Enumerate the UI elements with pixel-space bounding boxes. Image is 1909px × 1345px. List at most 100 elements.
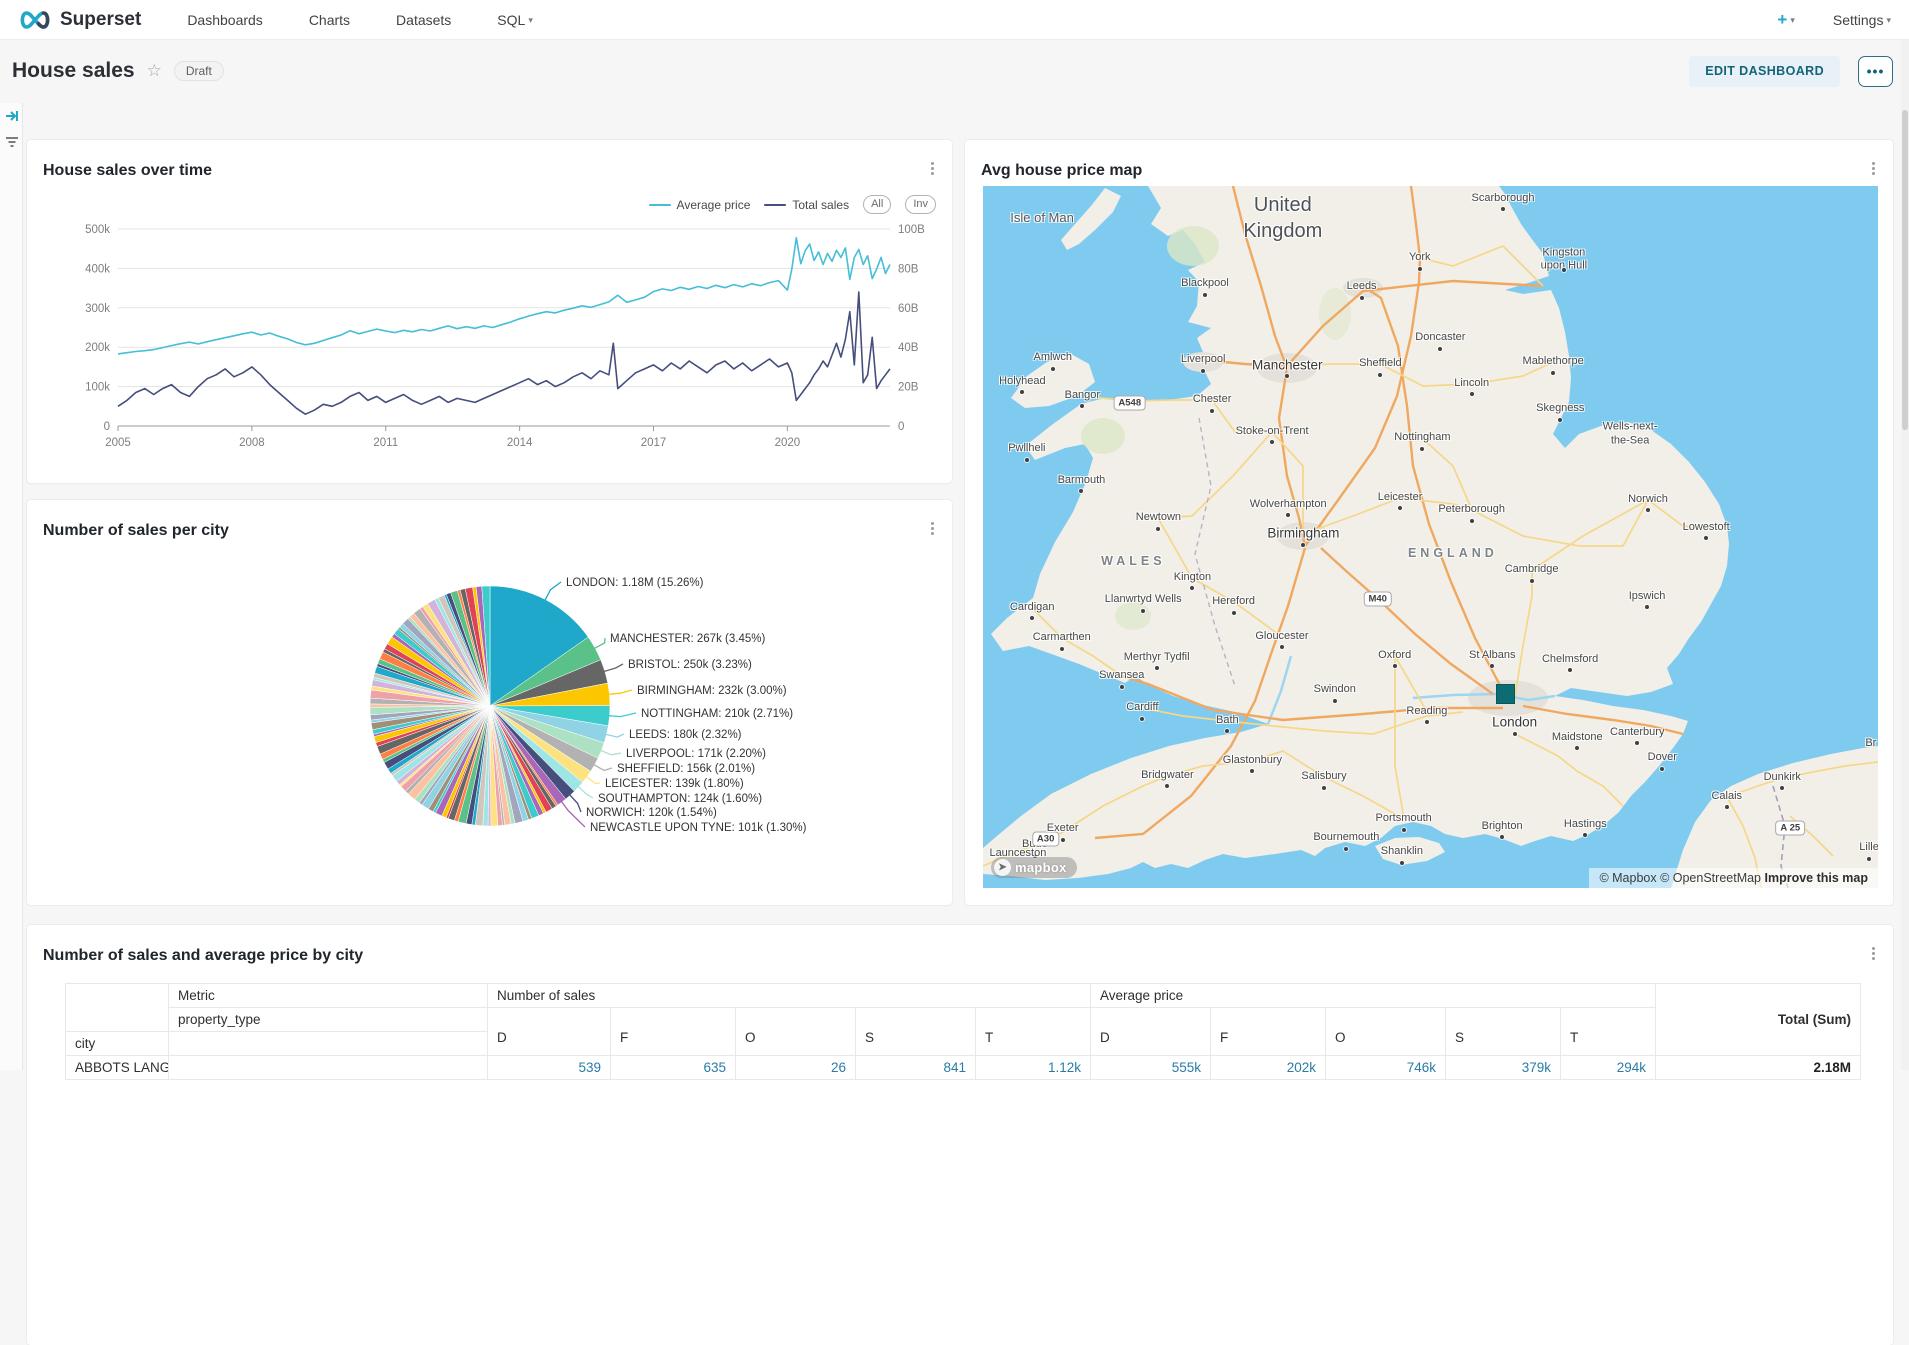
- nav-item-sql[interactable]: SQL▾: [497, 12, 533, 28]
- col-header-0-F[interactable]: F: [611, 1008, 736, 1056]
- map-city-dot: [1080, 404, 1084, 408]
- map-attribution: © Mapbox © OpenStreetMap Improve this ma…: [1589, 868, 1878, 888]
- map-label-amlwch: Amlwch: [1034, 351, 1073, 365]
- map-canvas[interactable]: United KingdomIsle of ManScarboroughBlac…: [983, 186, 1878, 888]
- map-city-dot: [1562, 268, 1566, 272]
- chart-title: Number of sales and average price by cit…: [43, 947, 363, 965]
- svg-text:2011: 2011: [373, 437, 398, 449]
- map-city-dot: [1156, 527, 1160, 531]
- map-label-swansea: Swansea: [1099, 669, 1144, 683]
- col-header-1-D[interactable]: D: [1091, 1008, 1211, 1056]
- map-label-br: Br: [1865, 737, 1876, 751]
- improve-this-map-link[interactable]: Improve this map: [1765, 871, 1869, 885]
- col-header-1-T[interactable]: T: [1561, 1008, 1656, 1056]
- metric-header: Metric: [169, 984, 488, 1008]
- map-label-cambridge: Cambridge: [1505, 563, 1559, 577]
- map-city-dot: [1025, 458, 1029, 462]
- map-label-holyhead: Holyhead: [999, 375, 1045, 389]
- pivot-table-container[interactable]: MetricNumber of salesAverage priceTotal …: [65, 983, 1873, 1080]
- map-label-mablethorpe: Mablethorpe: [1523, 355, 1584, 369]
- map-labels-layer: United KingdomIsle of ManScarboroughBlac…: [983, 186, 1878, 888]
- expand-filters-button[interactable]: [0, 103, 23, 129]
- map-city-dot: [1190, 586, 1194, 590]
- map-city-dot: [1155, 666, 1159, 670]
- map-label-swindon: Swindon: [1314, 683, 1356, 697]
- pie-chart[interactable]: LONDON: 1.18M (15.26%)MANCHESTER: 267k (…: [43, 558, 936, 903]
- svg-text:500k: 500k: [85, 224, 110, 236]
- map-label-skegness: Skegness: [1536, 402, 1584, 416]
- pie-slice-label: NEWCASTLE UPON TYNE: 101k (1.30%): [590, 822, 807, 834]
- map-label-wells-next-the-sea: Wells-next- the-Sea: [1603, 420, 1658, 448]
- map-label-scarborough: Scarborough: [1471, 192, 1534, 206]
- group-header-1[interactable]: Average price: [1091, 984, 1656, 1008]
- timeseries-line-chart[interactable]: 00100k20B200k40B300k60B400k80B500k100B20…: [43, 218, 936, 458]
- map-city-dot: [1344, 847, 1348, 851]
- map-label-manchester: Manchester: [1252, 357, 1323, 374]
- nav-item-dashboards[interactable]: Dashboards: [187, 12, 263, 28]
- map-label-liverpool: Liverpool: [1181, 353, 1226, 367]
- mapbox-logo[interactable]: ➤ mapbox: [991, 857, 1077, 878]
- zoom-all-button[interactable]: All: [863, 195, 891, 214]
- page-scrollbar[interactable]: [1901, 40, 1909, 1070]
- map-city-dot: [1210, 409, 1214, 413]
- map-label-wales: WALES: [1101, 554, 1165, 570]
- pie-slice-label: SHEFFIELD: 156k (2.01%): [617, 763, 755, 775]
- corner-cell: [66, 984, 169, 1032]
- group-header-0[interactable]: Number of sales: [488, 984, 1091, 1008]
- map-city-dot: [1301, 543, 1305, 547]
- nav-menu: Dashboards Charts Datasets SQL▾: [187, 12, 533, 28]
- map-city-dot: [1551, 371, 1555, 375]
- more-options-button[interactable]: •••: [1858, 56, 1893, 87]
- map-city-dot: [1530, 579, 1534, 583]
- map-label-newtown: Newtown: [1136, 511, 1181, 525]
- edit-dashboard-button[interactable]: EDIT DASHBOARD: [1689, 56, 1840, 87]
- settings-menu[interactable]: Settings▾: [1833, 12, 1891, 28]
- zoom-inv-button[interactable]: Inv: [905, 195, 936, 214]
- map-label-chelmsford: Chelmsford: [1542, 653, 1598, 667]
- pivot-table: MetricNumber of salesAverage priceTotal …: [65, 983, 1861, 1080]
- chart-title: Number of sales per city: [43, 522, 229, 540]
- chevron-down-icon: ▾: [1790, 15, 1795, 25]
- chevron-down-icon: ▾: [528, 15, 533, 25]
- map-city-dot: [1322, 786, 1326, 790]
- chart-menu-kebab-icon[interactable]: [1865, 158, 1881, 178]
- page-title: House sales: [12, 59, 135, 83]
- col-header-0-T[interactable]: T: [976, 1008, 1091, 1056]
- svg-text:2008: 2008: [239, 437, 265, 449]
- city-cell: ABBOTS LANGLEY: [66, 1056, 169, 1080]
- map-city-dot: [1645, 605, 1649, 609]
- pie-slice-label: BRISTOL: 250k (3.23%): [628, 659, 752, 671]
- legend-item-average-price[interactable]: Average price: [649, 198, 751, 212]
- map-city-dot: [1165, 784, 1169, 788]
- filter-rail: [0, 103, 23, 1070]
- map-label-kington: Kington: [1174, 571, 1211, 585]
- map-city-dot: [1402, 828, 1406, 832]
- col-header-0-O[interactable]: O: [736, 1008, 856, 1056]
- col-header-1-S[interactable]: S: [1446, 1008, 1561, 1056]
- col-header-1-O[interactable]: O: [1326, 1008, 1446, 1056]
- pie-slice-label: BIRMINGHAM: 232k (3.00%): [637, 685, 787, 697]
- legend-item-total-sales[interactable]: Total sales: [764, 198, 849, 212]
- scrollbar-thumb[interactable]: [1902, 110, 1908, 430]
- map-city-dot: [1400, 861, 1404, 865]
- map-label-barmouth: Barmouth: [1058, 474, 1106, 488]
- pie-slice-label: LONDON: 1.18M (15.26%): [566, 577, 704, 589]
- nav-item-charts[interactable]: Charts: [309, 12, 350, 28]
- superset-logo[interactable]: Superset: [18, 9, 141, 31]
- legend-swatch: [764, 204, 786, 206]
- london-price-marker[interactable]: [1496, 684, 1515, 704]
- col-header-0-S[interactable]: S: [856, 1008, 976, 1056]
- svg-text:300k: 300k: [85, 303, 110, 315]
- filter-funnel-button[interactable]: [0, 129, 23, 155]
- col-header-0-D[interactable]: D: [488, 1008, 611, 1056]
- chart-menu-kebab-icon[interactable]: [924, 518, 940, 538]
- col-header-1-F[interactable]: F: [1211, 1008, 1326, 1056]
- favorite-star-icon[interactable]: ☆: [147, 61, 162, 81]
- total-sum-header[interactable]: Total (Sum): [1656, 984, 1861, 1056]
- chart-menu-kebab-icon[interactable]: [924, 158, 940, 178]
- new-item-button[interactable]: +▾: [1777, 10, 1794, 30]
- nav-item-datasets[interactable]: Datasets: [396, 12, 451, 28]
- pie-slice-label: LEICESTER: 139k (1.80%): [605, 778, 744, 790]
- map-city-dot: [1051, 367, 1055, 371]
- chart-menu-kebab-icon[interactable]: [1865, 943, 1881, 963]
